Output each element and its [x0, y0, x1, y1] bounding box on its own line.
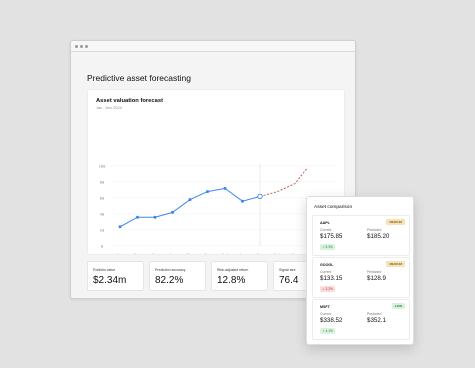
- x-tick-label: Jan: [117, 252, 124, 254]
- stat-label: Signal stre: [279, 268, 296, 272]
- actual-data-point: [188, 198, 192, 202]
- actual-data-point: [153, 215, 157, 219]
- change-badge: ↘ 3.2%: [320, 286, 335, 292]
- stat-value: 12.8%: [217, 275, 246, 286]
- stat-value: $2.34m: [93, 275, 127, 286]
- asset-card-msft[interactable]: MSFT LOW Current Predicted $338.52 $352.…: [312, 299, 410, 340]
- actual-data-point: [206, 190, 209, 194]
- panel-title: Asset comparison: [314, 205, 353, 210]
- predicted-label: Predicted: [367, 312, 382, 316]
- y-tick-label: 100: [99, 163, 107, 168]
- current-price: $133.15: [320, 275, 343, 282]
- stat-label: Prediction accuracy: [155, 268, 186, 272]
- x-tick-label: Mar: [152, 252, 160, 254]
- actual-data-point: [171, 210, 174, 214]
- window-titlebar: [71, 41, 355, 52]
- asset-ticker: AAPL: [320, 221, 330, 225]
- x-tick-label: Nov: [292, 252, 300, 254]
- risk-badge: MEDIUM: [386, 219, 405, 225]
- y-tick-label: 60: [100, 195, 105, 200]
- asset-card-aapl[interactable]: AAPL MEDIUM Current Predicted $175.85 $1…: [312, 215, 410, 256]
- window-control-icon[interactable]: [75, 44, 78, 48]
- change-badge: ↗ 4.1%: [320, 328, 335, 334]
- predicted-label: Predicted: [367, 228, 382, 232]
- predicted-label: Predicted: [367, 270, 382, 274]
- stats-row: Portfolio value $2.34m Prediction accura…: [87, 261, 330, 291]
- stat-card-risk-adjusted-return[interactable]: Risk-adjusted return 12.8%: [211, 261, 268, 291]
- asset-card-googl[interactable]: GOOGL MEDIUM Current Predicted $133.15 $…: [312, 257, 410, 298]
- stat-value: 82.2%: [155, 275, 184, 286]
- current-price: $175.85: [320, 233, 343, 240]
- stat-value: 76.4: [279, 275, 299, 286]
- actual-data-point: [136, 215, 139, 219]
- y-tick-label: 0: [101, 243, 104, 248]
- risk-badge: LOW: [391, 303, 405, 309]
- x-tick-label: Sep: [257, 252, 265, 254]
- x-tick-label: Feb: [134, 252, 142, 254]
- window-control-icon[interactable]: [80, 44, 83, 48]
- stat-label: Portfolio value: [93, 268, 116, 272]
- actual-data-point: [118, 225, 122, 229]
- predicted-price: $185.20: [367, 233, 390, 240]
- predicted-price: $352.1: [367, 317, 386, 324]
- change-badge: ↗ 5.3%: [320, 244, 335, 250]
- asset-comparison-panel: Asset comparison AAPL MEDIUM Current Pre…: [306, 196, 414, 345]
- current-label: Current: [320, 270, 332, 274]
- actual-data-point: [241, 199, 244, 203]
- risk-badge: MEDIUM: [386, 261, 405, 267]
- current-label: Current: [320, 312, 332, 316]
- current-label: Current: [320, 228, 332, 232]
- actual-data-point: [223, 186, 227, 190]
- stat-label: Risk-adjusted return: [217, 268, 249, 272]
- current-price: $338.52: [320, 317, 343, 324]
- predicted-price: $128.9: [367, 275, 386, 282]
- y-tick-label: 80: [100, 179, 105, 184]
- asset-ticker: MSFT: [320, 305, 330, 309]
- x-tick-label: Aug: [239, 252, 246, 254]
- x-tick-label: May: [187, 252, 195, 254]
- y-tick-label: 40: [100, 211, 105, 216]
- page-title: Predictive asset forecasting: [87, 73, 191, 83]
- window-control-icon[interactable]: [85, 44, 88, 48]
- stat-card-prediction-accuracy[interactable]: Prediction accuracy 82.2%: [149, 261, 206, 291]
- x-tick-label: Apr: [169, 252, 177, 254]
- x-tick-label: Jul: [222, 252, 229, 254]
- asset-ticker: GOOGL: [320, 263, 334, 267]
- actual-series-line: [119, 187, 261, 228]
- y-tick-label: 20: [100, 227, 105, 232]
- x-tick-label: Jun: [204, 252, 211, 254]
- stat-card-portfolio-value[interactable]: Portfolio value $2.34m: [87, 261, 144, 291]
- highlighted-data-point: [257, 193, 263, 200]
- x-tick-label: Oct: [274, 252, 281, 254]
